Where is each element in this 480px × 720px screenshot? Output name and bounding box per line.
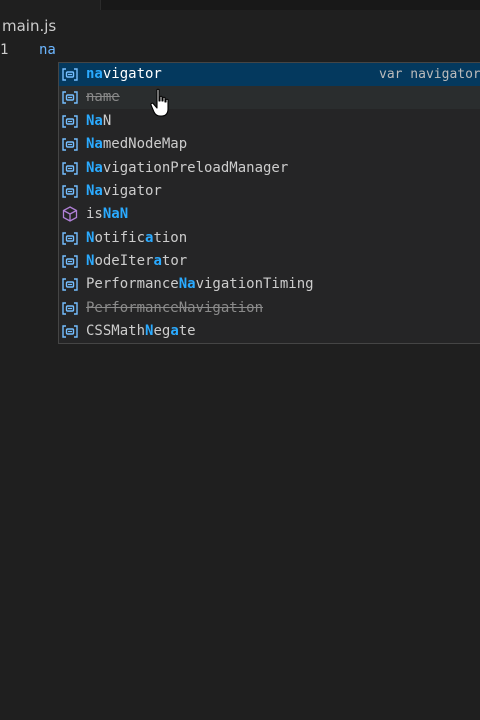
suggestion-label: PerformanceNavigationTiming <box>86 276 314 292</box>
suggestion-detail: var navigator <box>379 67 480 82</box>
suggestion-label: CSSMathNegate <box>86 323 196 339</box>
suggestion-widget[interactable]: navigator var navigator name NaN NamedNodeMa… <box>58 62 480 344</box>
suggestion-item[interactable]: Notification <box>59 227 480 250</box>
suggestion-item[interactable]: NamedNodeMap <box>59 133 480 156</box>
suggestion-label: isNaN <box>86 206 129 222</box>
suggestion-item[interactable]: NaN <box>59 110 480 133</box>
suggestion-item[interactable]: PerformanceNavigationTiming <box>59 273 480 296</box>
tab-stub[interactable] <box>0 0 101 10</box>
suggestion-label: NamedNodeMap <box>86 136 188 152</box>
variable-icon <box>62 115 78 128</box>
suggestion-label: NaN <box>86 113 112 129</box>
breadcrumb-file[interactable]: main.js <box>0 14 56 38</box>
method-cube-icon <box>62 206 78 222</box>
suggestion-label: PerformanceNavigation <box>86 300 264 316</box>
variable-icon <box>62 68 78 81</box>
suggestion-item[interactable]: NavigationPreloadManager <box>59 157 480 180</box>
tab-bar <box>0 0 480 10</box>
suggestion-item[interactable]: NodeIterator <box>59 250 480 273</box>
suggestion-label: NavigationPreloadManager <box>86 160 289 176</box>
suggestion-item[interactable]: name <box>59 86 480 109</box>
line-number: 1 <box>0 42 9 58</box>
hand-pointer-icon <box>150 88 169 117</box>
typed-code[interactable]: na <box>39 38 56 62</box>
suggestion-label: name <box>86 89 120 105</box>
suggestion-label: navigator <box>86 66 162 82</box>
suggestion-label: NodeIterator <box>86 253 188 269</box>
suggestion-item[interactable]: isNaN <box>59 203 480 226</box>
editor-line-1[interactable]: 1 na <box>0 38 480 62</box>
variable-icon <box>62 325 78 338</box>
variable-icon <box>62 162 78 175</box>
suggestion-item[interactable]: PerformanceNavigation <box>59 297 480 320</box>
suggestion-item[interactable]: Navigator <box>59 180 480 203</box>
suggestion-label: Notification <box>86 230 188 246</box>
variable-icon <box>62 278 78 291</box>
suggestion-label: Navigator <box>86 183 162 199</box>
variable-icon <box>62 232 78 245</box>
variable-icon <box>62 138 78 151</box>
variable-icon <box>62 185 78 198</box>
variable-icon <box>62 255 78 268</box>
suggestion-item[interactable]: navigator var navigator <box>59 63 480 87</box>
suggestion-item[interactable]: CSSMathNegate <box>59 320 480 343</box>
variable-icon <box>62 91 78 104</box>
variable-icon <box>62 302 78 315</box>
